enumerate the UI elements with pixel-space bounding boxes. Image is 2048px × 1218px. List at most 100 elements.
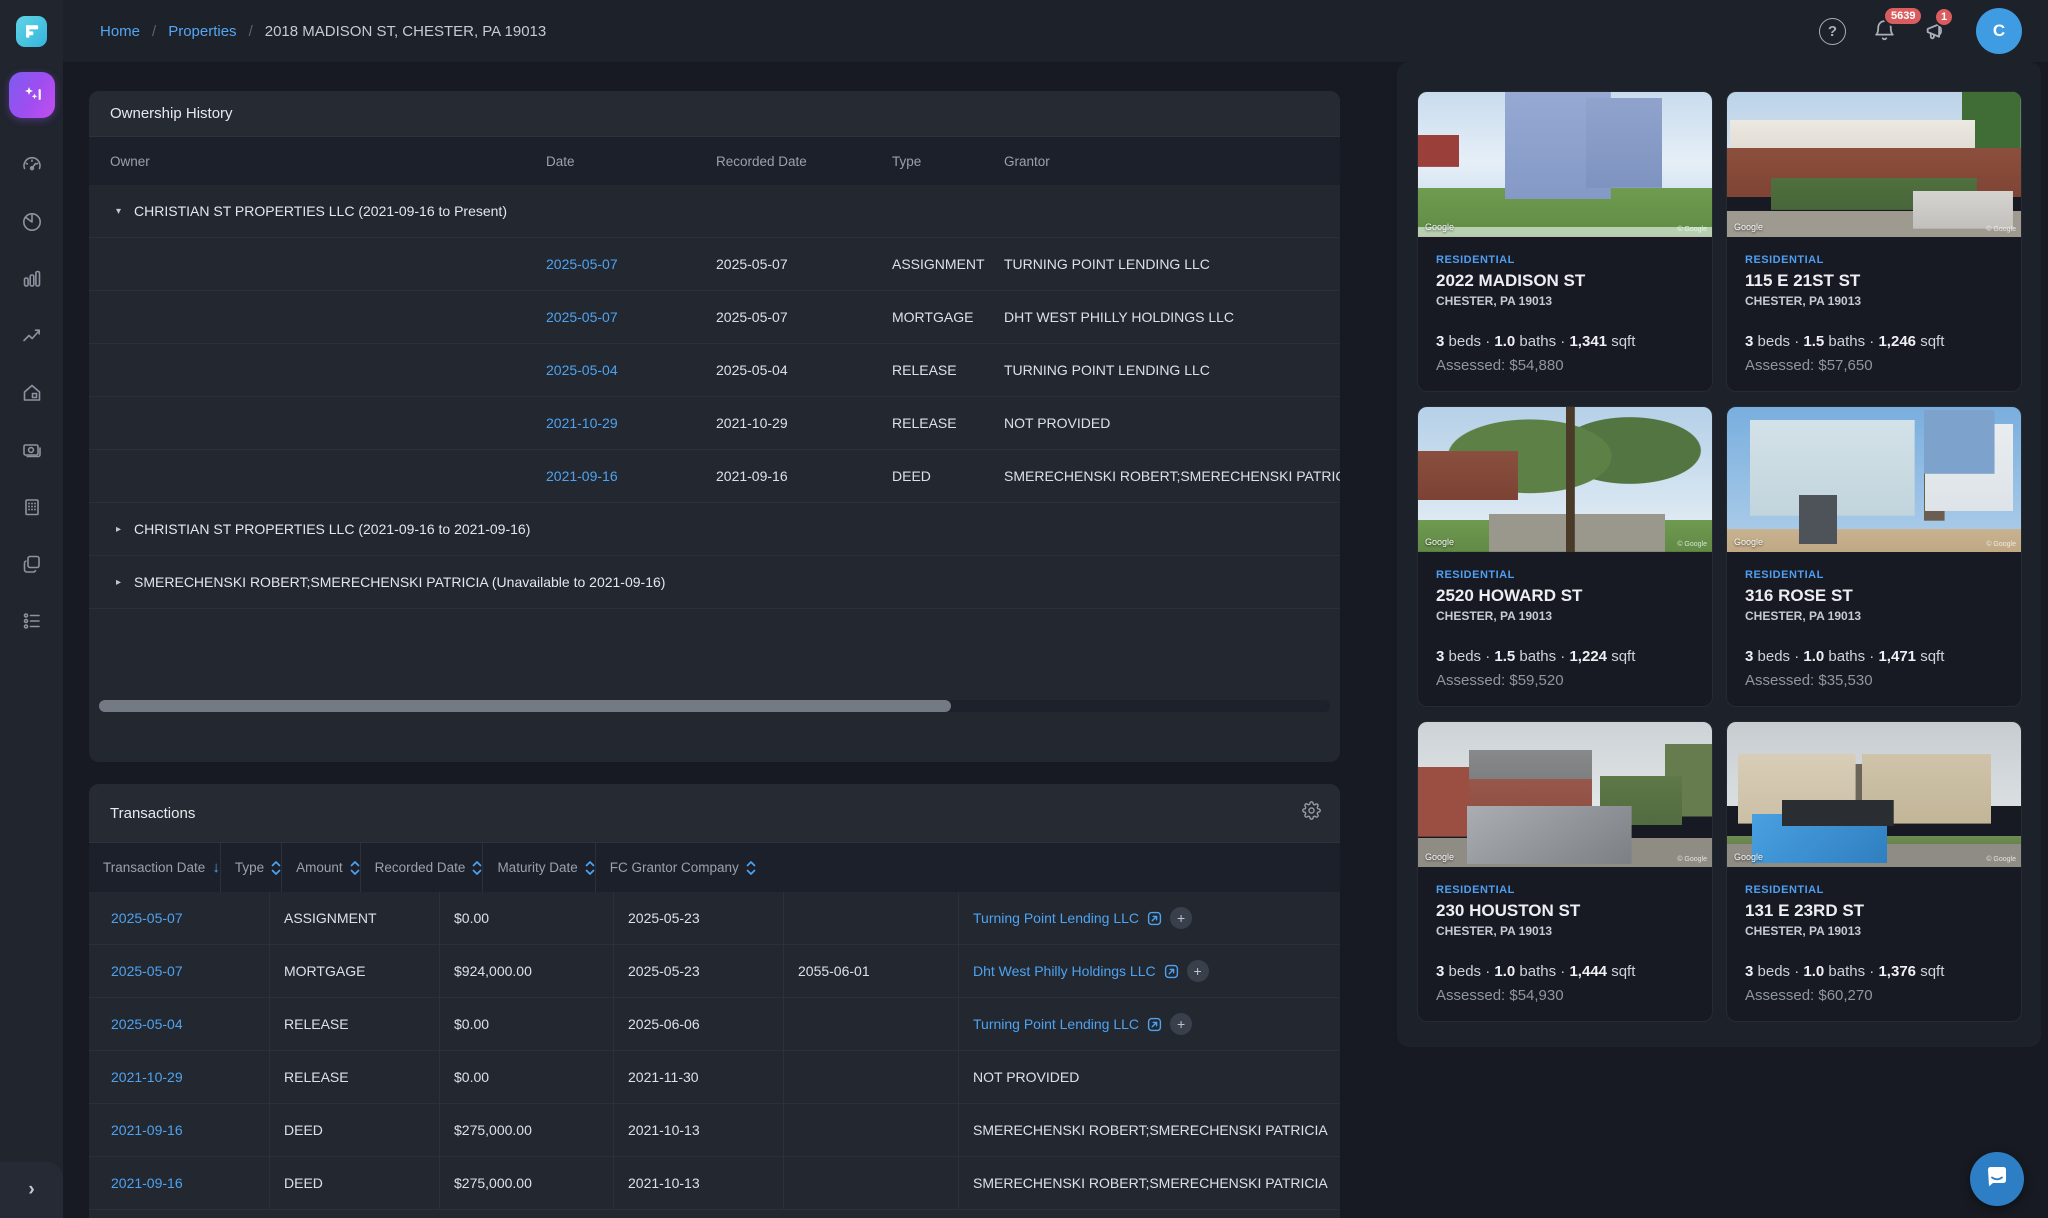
ownership-grantor: NOT PROVIDED	[1004, 415, 1340, 431]
transaction-amount: $0.00	[439, 998, 613, 1050]
breadcrumb: Home / Properties / 2018 MADISON ST, CHE…	[100, 23, 546, 40]
property-card[interactable]: Google © Google RESIDENTIAL 230 HOUSTON …	[1417, 721, 1713, 1022]
grantor-company-link[interactable]: Dht West Philly Holdings LLC	[973, 963, 1156, 979]
property-photo: Google © Google	[1418, 722, 1712, 867]
ownership-row[interactable]: 2021-09-16 2021-09-16 DEED SMERECHENSKI …	[89, 450, 1340, 503]
user-avatar[interactable]: C	[1976, 8, 2022, 54]
column-label: Type	[235, 860, 264, 875]
sidebar-expand-button[interactable]: ›	[0, 1162, 63, 1218]
ownership-group-expanded[interactable]: ▾ CHRISTIAN ST PROPERTIES LLC (2021-09-1…	[89, 185, 1340, 238]
sidebar-item-properties-home[interactable]	[20, 381, 44, 405]
sidebar-item-dashboard[interactable]	[20, 153, 44, 177]
external-link-icon[interactable]	[1164, 964, 1179, 979]
topbar: Home / Properties / 2018 MADISON ST, CHE…	[63, 0, 2048, 62]
help-button[interactable]: ?	[1819, 18, 1846, 45]
ownership-date-link[interactable]: 2021-10-29	[546, 415, 618, 431]
transaction-row[interactable]: 2025-05-07 MORTGAGE $924,000.00 2025-05-…	[89, 945, 1340, 998]
property-card[interactable]: Google © Google RESIDENTIAL 115 E 21ST S…	[1726, 91, 2022, 392]
sortable-column-header[interactable]: Type ↓	[220, 843, 281, 892]
table-settings-button[interactable]	[1302, 801, 1321, 825]
horizontal-scrollbar-thumb[interactable]	[99, 700, 951, 712]
transaction-date-link[interactable]: 2025-05-04	[111, 1016, 183, 1032]
sidebar-item-trends[interactable]	[20, 324, 44, 348]
grantor-company-link[interactable]: Turning Point Lending LLC	[973, 910, 1139, 926]
bar-chart-icon	[20, 267, 44, 291]
sortable-column-header[interactable]: Transaction Date ↓	[89, 843, 220, 892]
transaction-amount: $275,000.00	[439, 1157, 613, 1209]
sort-updown-icon	[271, 860, 281, 876]
announcements-button[interactable]: 1	[1924, 18, 1950, 44]
horizontal-scrollbar-track	[99, 700, 1330, 712]
transaction-row[interactable]: 2025-05-07 ASSIGNMENT $0.00 2025-05-23 T…	[89, 892, 1340, 945]
column-label: Recorded Date	[375, 860, 466, 875]
add-to-list-button[interactable]: +	[1170, 907, 1192, 929]
column-type: Type	[892, 154, 1004, 169]
external-link-icon[interactable]	[1147, 1017, 1162, 1032]
transaction-maturity-date: 2055-06-01	[783, 945, 958, 997]
property-stats: 3 beds · 1.0 baths · 1,376 sqft	[1745, 963, 2003, 980]
notifications-button[interactable]: 5639	[1872, 18, 1898, 44]
transaction-row[interactable]: 2025-05-04 RELEASE $0.00 2025-06-06 Turn…	[89, 998, 1340, 1051]
sortable-column-header[interactable]: Amount ↓	[281, 843, 360, 892]
grantor-company-link[interactable]: Turning Point Lending LLC	[973, 1016, 1139, 1032]
ownership-date-link[interactable]: 2025-05-07	[546, 256, 618, 272]
property-type-label: RESIDENTIAL	[1436, 569, 1694, 581]
transactions-header: Transactions	[89, 784, 1340, 843]
sidebar-item-ai-assistant[interactable]	[9, 72, 55, 118]
ownership-date-link[interactable]: 2021-09-16	[546, 468, 618, 484]
transaction-date-link[interactable]: 2021-10-29	[111, 1069, 183, 1085]
property-type-label: RESIDENTIAL	[1745, 569, 2003, 581]
sortable-column-header[interactable]: Recorded Date ↓	[360, 843, 483, 892]
property-city: CHESTER, PA 19013	[1436, 924, 1694, 938]
breadcrumb-home-link[interactable]: Home	[100, 23, 140, 40]
transaction-recorded-date: 2025-05-23	[613, 892, 783, 944]
transaction-date-link[interactable]: 2025-05-07	[111, 910, 183, 926]
external-link-icon[interactable]	[1147, 911, 1162, 926]
transaction-date-link[interactable]: 2025-05-07	[111, 963, 183, 979]
property-card[interactable]: Google © Google RESIDENTIAL 2520 HOWARD …	[1417, 406, 1713, 707]
gear-icon	[1302, 807, 1321, 824]
property-assessed-value: Assessed: $54,880	[1436, 357, 1694, 374]
ownership-row[interactable]: 2021-10-29 2021-10-29 RELEASE NOT PROVID…	[89, 397, 1340, 450]
google-copyright: © Google	[1677, 541, 1707, 548]
sidebar-item-lending[interactable]	[20, 438, 44, 462]
sidebar-item-lists[interactable]	[20, 609, 44, 633]
property-type-label: RESIDENTIAL	[1436, 884, 1694, 896]
ownership-group-collapsed[interactable]: ▸ CHRISTIAN ST PROPERTIES LLC (2021-09-1…	[89, 503, 1340, 556]
breadcrumb-properties-link[interactable]: Properties	[168, 23, 236, 40]
transaction-date-link[interactable]: 2021-09-16	[111, 1175, 183, 1191]
sidebar-item-analytics[interactable]	[20, 210, 44, 234]
building-icon	[20, 495, 44, 519]
pie-chart-icon	[20, 210, 44, 234]
sidebar-item-buildings[interactable]	[20, 495, 44, 519]
ownership-row[interactable]: 2025-05-07 2025-05-07 MORTGAGE DHT WEST …	[89, 291, 1340, 344]
add-to-list-button[interactable]: +	[1187, 960, 1209, 982]
ownership-group-collapsed[interactable]: ▸ SMERECHENSKI ROBERT;SMERECHENSKI PATRI…	[89, 556, 1340, 609]
chat-support-button[interactable]	[1970, 1152, 2024, 1206]
property-card[interactable]: Google © Google RESIDENTIAL 2022 MADISON…	[1417, 91, 1713, 392]
sort-desc-icon: ↓	[212, 859, 220, 876]
ownership-history-panel: Ownership History Owner Date Recorded Da…	[89, 91, 1340, 762]
sortable-column-header[interactable]: FC Grantor Company ↓	[595, 843, 756, 892]
property-address: 115 E 21ST ST	[1745, 271, 2003, 291]
ownership-date-link[interactable]: 2025-05-04	[546, 362, 618, 378]
transaction-type: DEED	[269, 1104, 439, 1156]
transaction-row[interactable]: 2021-09-16 DEED $275,000.00 2021-10-13 S…	[89, 1104, 1340, 1157]
property-assessed-value: Assessed: $60,270	[1745, 987, 2003, 1004]
ownership-row[interactable]: 2025-05-04 2025-05-04 RELEASE TURNING PO…	[89, 344, 1340, 397]
transaction-date-link[interactable]: 2021-09-16	[111, 1122, 183, 1138]
property-type-label: RESIDENTIAL	[1745, 254, 2003, 266]
property-card[interactable]: Google © Google RESIDENTIAL 131 E 23RD S…	[1726, 721, 2022, 1022]
app-logo[interactable]	[0, 0, 63, 62]
ownership-date-link[interactable]: 2025-05-07	[546, 309, 618, 325]
property-card[interactable]: Google © Google RESIDENTIAL 316 ROSE ST …	[1726, 406, 2022, 707]
sortable-column-header[interactable]: Maturity Date ↓	[482, 843, 594, 892]
sidebar-item-portfolios[interactable]	[20, 552, 44, 576]
ownership-row[interactable]: 2025-05-07 2025-05-07 ASSIGNMENT TURNING…	[89, 238, 1340, 291]
sidebar-item-bar-chart[interactable]	[20, 267, 44, 291]
transaction-type: ASSIGNMENT	[269, 892, 439, 944]
sort-updown-icon	[350, 860, 360, 876]
add-to-list-button[interactable]: +	[1170, 1013, 1192, 1035]
transaction-row[interactable]: 2021-09-16 DEED $275,000.00 2021-10-13 S…	[89, 1157, 1340, 1210]
transaction-row[interactable]: 2021-10-29 RELEASE $0.00 2021-11-30 NOT …	[89, 1051, 1340, 1104]
